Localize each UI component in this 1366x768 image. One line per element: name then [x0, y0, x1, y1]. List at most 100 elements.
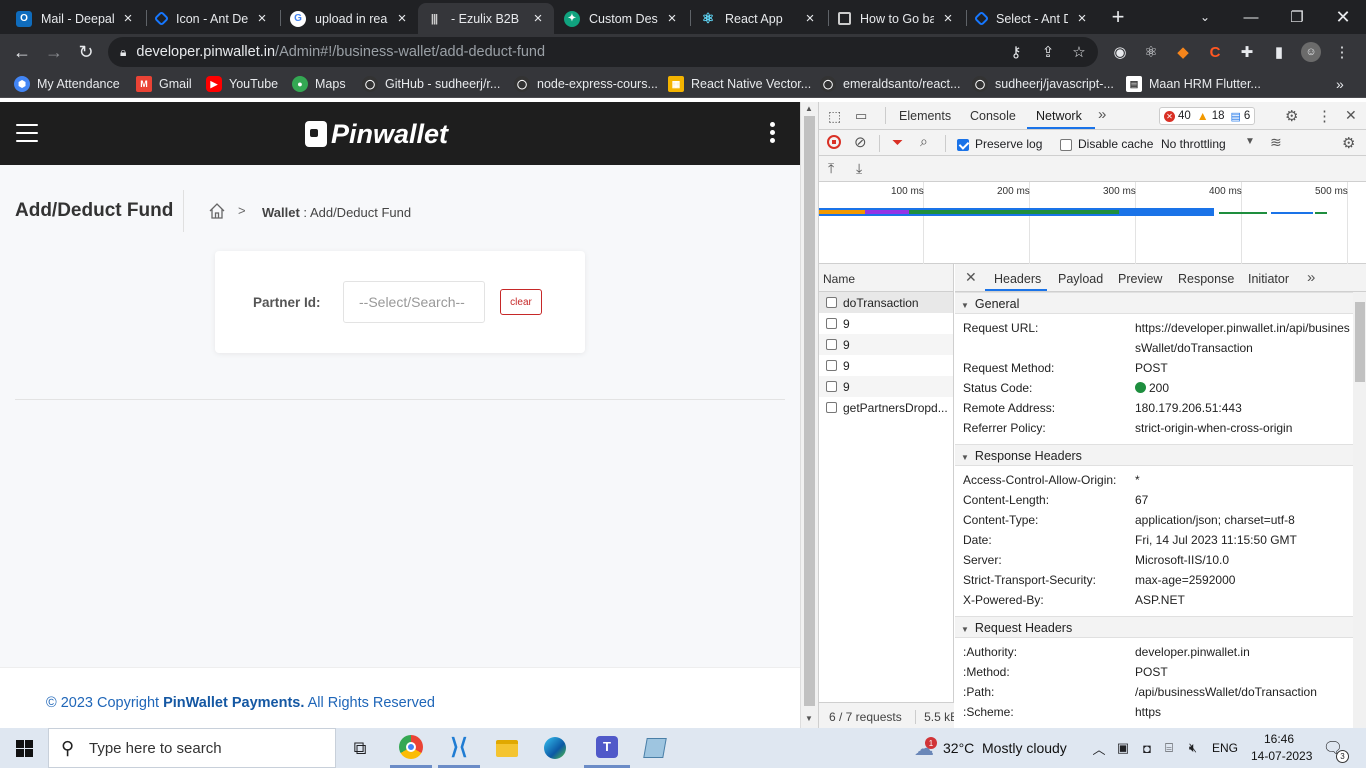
weather-temperature[interactable]: 32°C	[943, 740, 974, 756]
extensions-puzzle-icon[interactable]: ✚	[1237, 42, 1257, 62]
scrollbar-thumb[interactable]	[1355, 302, 1365, 382]
clock-date[interactable]: 14-07-2023	[1251, 749, 1312, 763]
issues-counter[interactable]: ✕ 40 ▲ 18 ▤ 6	[1159, 107, 1256, 125]
chrome-taskbar-icon[interactable]	[390, 728, 432, 768]
detail-scrollbar[interactable]	[1353, 292, 1366, 728]
filter-icon[interactable]: ⏷	[892, 134, 903, 151]
partner-id-select[interactable]: --Select/Search--	[343, 281, 485, 323]
minimize-button[interactable]: —	[1228, 0, 1274, 34]
scroll-up-icon[interactable]: ▲	[805, 104, 813, 113]
tab-initiator[interactable]: Initiator	[1248, 272, 1289, 286]
tab-headers[interactable]: Headers	[994, 272, 1041, 286]
bookmark-item[interactable]: ▶ YouTube	[206, 75, 278, 93]
browser-tab[interactable]: How to Go ba ×	[830, 3, 964, 34]
close-tab-icon[interactable]: ×	[802, 10, 818, 27]
bookmark-star-icon[interactable]: ☆	[1069, 42, 1089, 62]
file-explorer-taskbar-icon[interactable]	[486, 728, 528, 768]
export-har-icon[interactable]: ⤓	[856, 160, 862, 177]
close-devtools-icon[interactable]: ✕	[1345, 107, 1357, 124]
request-row[interactable]: 9	[819, 313, 953, 334]
footer-company-link[interactable]: PinWallet Payments.	[163, 695, 304, 711]
key-icon[interactable]: ⚷	[1006, 42, 1026, 62]
browser-tab[interactable]: G upload in rea ×	[282, 3, 418, 34]
weather-description[interactable]: Mostly cloudy	[982, 740, 1067, 756]
browser-tab-active[interactable]: ||| - Ezulix B2B ×	[418, 3, 554, 34]
volume-muted-icon[interactable]: 🔇︎	[1184, 728, 1202, 768]
back-icon[interactable]: ←	[8, 38, 36, 66]
dropdown-caret-icon[interactable]: ▼	[1245, 136, 1255, 147]
more-vertical-icon[interactable]	[770, 122, 776, 144]
browser-tab[interactable]: ✦ Custom Desig ×	[556, 3, 688, 34]
scroll-down-icon[interactable]: ▼	[805, 714, 813, 723]
hamburger-menu-icon[interactable]	[16, 124, 38, 143]
extension-circle-icon[interactable]: ◉	[1110, 42, 1130, 62]
tab-search-chevron-icon[interactable]: ⌄	[1182, 0, 1228, 34]
new-tab-button[interactable]: +	[1100, 0, 1136, 34]
network-overview-timeline[interactable]: 100 ms 200 ms 300 ms 400 ms 500 ms	[819, 182, 1366, 264]
taskbar-search-input[interactable]: ⚲ Type here to search	[48, 728, 336, 768]
profile-avatar[interactable]: ☺	[1301, 42, 1321, 62]
close-window-button[interactable]: ✕	[1320, 0, 1366, 34]
search-icon[interactable]: ⌕	[920, 133, 928, 150]
vscode-taskbar-icon[interactable]: ⟩⟨	[438, 728, 480, 768]
camera-icon[interactable]: ◘	[1138, 728, 1156, 768]
request-row[interactable]: getPartnersDropd...	[819, 397, 953, 418]
disable-cache-checkbox[interactable]	[1060, 137, 1072, 151]
bookmark-item[interactable]: ◯ GitHub - sudheerj/r...	[362, 75, 500, 93]
bookmark-item[interactable]: ⬢ My Attendance	[14, 75, 120, 93]
chevron-up-icon[interactable]: ︿	[1090, 728, 1108, 768]
bookmark-item[interactable]: ◯ emeraldsanto/react...	[820, 75, 960, 93]
home-icon[interactable]	[208, 202, 226, 220]
share-icon[interactable]: ⇪	[1038, 42, 1058, 62]
bookmark-item[interactable]: ◯ sudheerj/javascript-...	[972, 75, 1114, 93]
browser-tab[interactable]: ⚛ React App ×	[692, 3, 826, 34]
extension-c-icon[interactable]: C	[1205, 42, 1225, 62]
metamask-icon[interactable]: ◆	[1173, 42, 1193, 62]
tab-payload[interactable]: Payload	[1058, 272, 1103, 286]
teams-taskbar-icon[interactable]: T	[584, 728, 630, 768]
request-row[interactable]: 9	[819, 334, 953, 355]
language-indicator[interactable]: ENG	[1212, 741, 1238, 755]
close-tab-icon[interactable]: ×	[394, 10, 410, 27]
chrome-menu-icon[interactable]: ⋮	[1332, 42, 1352, 62]
request-row[interactable]: 9	[819, 376, 953, 397]
tab-elements[interactable]: Elements	[899, 109, 951, 123]
bookmark-item[interactable]: ◯ node-express-cours...	[514, 75, 658, 93]
request-headers-section-header[interactable]: ▼ Request Headers	[955, 616, 1353, 638]
throttling-select[interactable]: No throttling	[1161, 137, 1226, 151]
tab-preview[interactable]: Preview	[1118, 272, 1162, 286]
tab-console[interactable]: Console	[970, 109, 1016, 123]
tab-response[interactable]: Response	[1178, 272, 1234, 286]
devtools-menu-icon[interactable]: ⋮	[1317, 107, 1332, 125]
browser-tab[interactable]: Select - Ant D ×	[968, 3, 1098, 34]
browser-tab[interactable]: O Mail - Deepal ×	[8, 3, 144, 34]
brand-logo[interactable]: Pinwallet	[305, 116, 448, 152]
more-tabs-icon[interactable]: »	[1307, 269, 1315, 286]
network-icon[interactable]: ⌸	[1160, 728, 1178, 768]
browser-tab[interactable]: Icon - Ant De ×	[148, 3, 278, 34]
preserve-log-checkbox[interactable]	[957, 137, 969, 151]
close-tab-icon[interactable]: ×	[530, 10, 546, 27]
restore-button[interactable]: ❐	[1274, 0, 1320, 34]
breadcrumb-section[interactable]: Wallet	[262, 205, 300, 220]
clock-time[interactable]: 16:46	[1264, 732, 1294, 746]
bookmark-item[interactable]: ● Maps	[292, 75, 346, 93]
bookmark-item[interactable]: M Gmail	[136, 75, 192, 93]
general-section-header[interactable]: ▼ General	[955, 292, 1353, 314]
close-tab-icon[interactable]: ×	[1074, 10, 1090, 27]
address-bar[interactable]: 🔒︎ developer.pinwallet.in /Admin#!/busin…	[108, 37, 1098, 67]
forward-icon[interactable]: →	[40, 38, 68, 66]
device-toolbar-icon[interactable]: ▭	[855, 108, 867, 124]
close-tab-icon[interactable]: ×	[940, 10, 956, 27]
response-headers-section-header[interactable]: ▼ Response Headers	[955, 444, 1353, 466]
more-bookmarks-icon[interactable]: »	[1336, 75, 1344, 93]
meet-now-icon[interactable]: ▣	[1114, 728, 1132, 768]
import-har-icon[interactable]: ⤒	[828, 160, 834, 177]
react-devtools-icon[interactable]: ⚛	[1141, 42, 1161, 62]
close-tab-icon[interactable]: ×	[120, 10, 136, 27]
bookmark-item[interactable]: ▤ Maan HRM Flutter...	[1126, 75, 1261, 93]
clear-button[interactable]: clear	[500, 289, 542, 315]
network-conditions-icon[interactable]: ≋	[1270, 134, 1282, 151]
request-row[interactable]: doTransaction	[819, 292, 953, 313]
app-taskbar-icon[interactable]	[634, 728, 676, 768]
